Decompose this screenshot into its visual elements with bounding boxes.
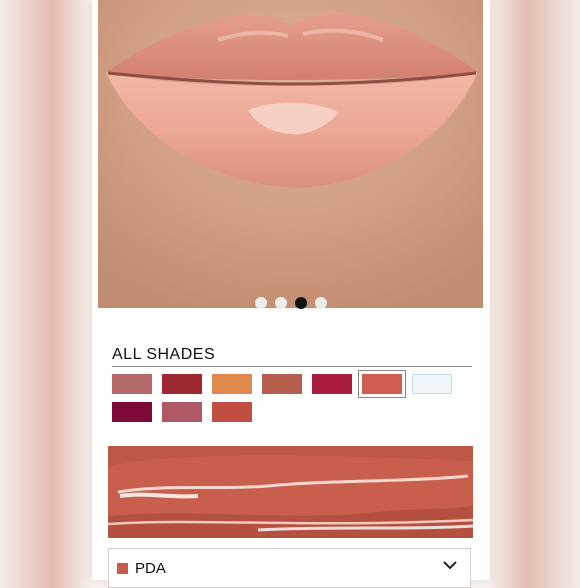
shade-swatch[interactable]	[358, 370, 406, 398]
carousel-dot[interactable]	[295, 297, 307, 309]
product-image-lips[interactable]	[98, 0, 483, 308]
carousel-dot[interactable]	[255, 297, 267, 309]
shade-swatch[interactable]	[112, 402, 152, 422]
shade-swatch[interactable]	[312, 374, 352, 394]
shade-swatch[interactable]	[112, 374, 152, 394]
shade-select-dropdown[interactable]: PDA	[108, 548, 471, 588]
shade-swatch-grid	[112, 370, 482, 422]
shade-swatch[interactable]	[262, 374, 302, 394]
gloss-smear-illustration	[108, 446, 473, 538]
shade-swatch[interactable]	[212, 374, 252, 394]
shade-swatch[interactable]	[212, 402, 252, 422]
shade-swatch[interactable]	[412, 374, 452, 394]
lips-illustration	[98, 0, 483, 308]
carousel-dot[interactable]	[315, 297, 327, 309]
shade-swatch[interactable]	[162, 402, 202, 422]
product-panel: ALL SHADES PDA	[92, 0, 490, 588]
selected-shade-chip	[117, 562, 128, 574]
carousel-dots	[92, 296, 490, 310]
all-shades-heading: ALL SHADES	[112, 346, 472, 367]
carousel-dot[interactable]	[275, 297, 287, 309]
selected-shade-name: PDA	[135, 559, 166, 577]
shade-texture-image	[108, 446, 473, 538]
shade-swatch[interactable]	[162, 374, 202, 394]
chevron-down-icon	[442, 557, 458, 578]
